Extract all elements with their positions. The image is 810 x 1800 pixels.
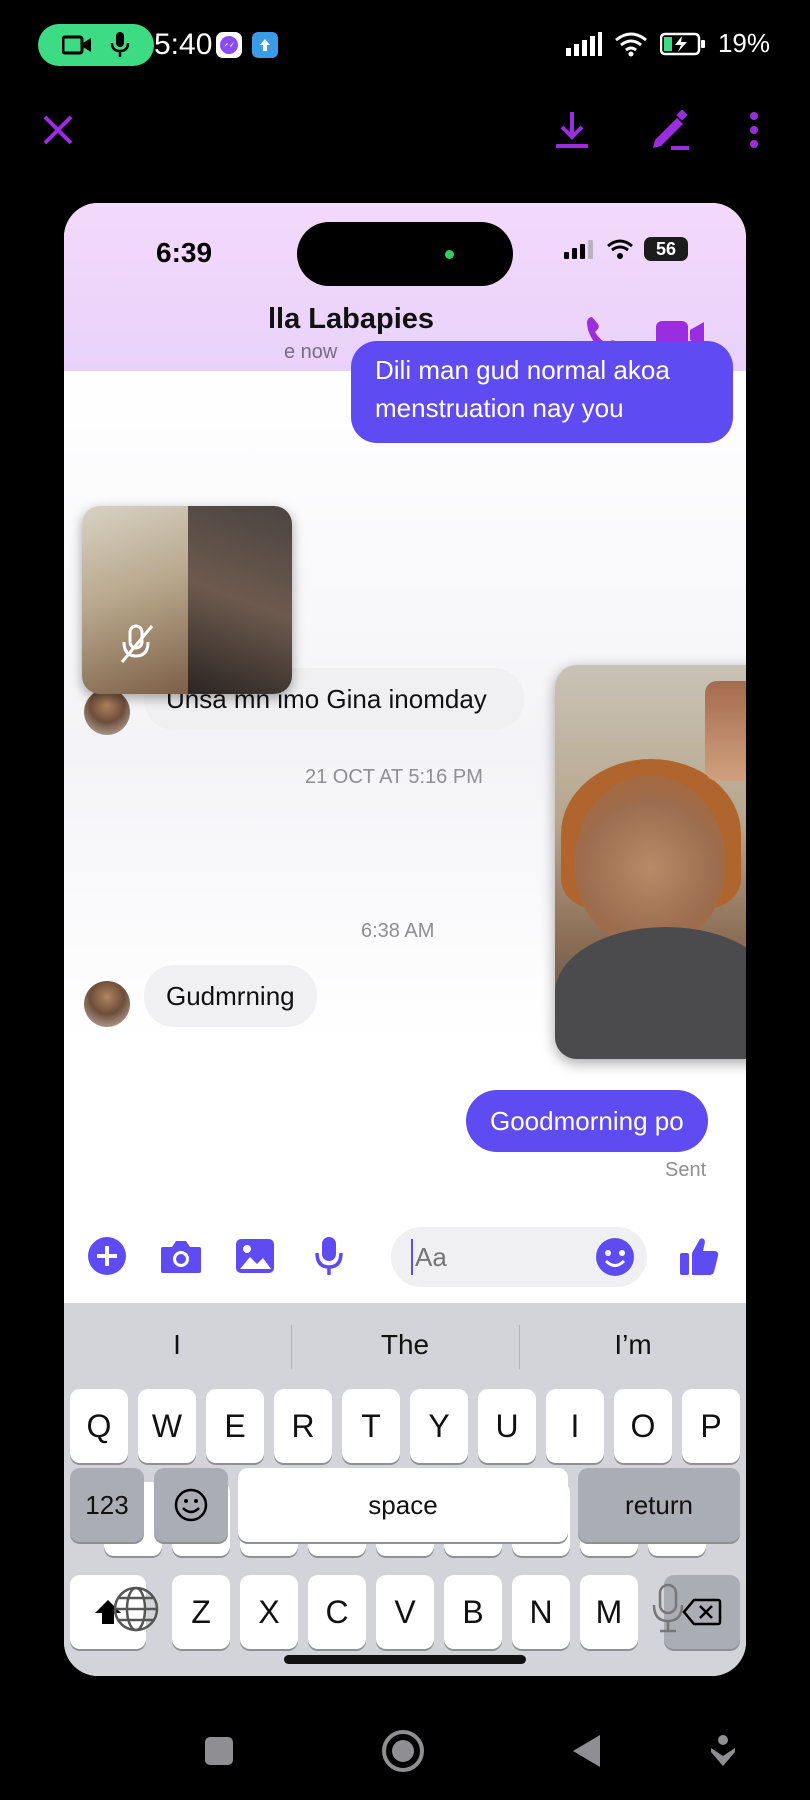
ios-clock: 6:39 [156,237,213,268]
avatar[interactable] [84,981,130,1027]
edit-pencil-icon[interactable] [646,106,694,154]
messenger-notification-icon [216,32,242,58]
screenshot-editor-toolbar [0,100,810,160]
emoji-icon[interactable] [595,1237,635,1277]
emoji-key[interactable] [154,1468,228,1542]
key-u[interactable]: U [478,1389,536,1463]
return-key[interactable]: return [578,1468,740,1542]
assistant-button[interactable] [700,1728,746,1774]
video-camera-icon [62,35,91,55]
home-button[interactable] [380,1728,426,1774]
back-button[interactable] [564,1728,610,1774]
remote-video-feed [188,506,292,694]
plus-icon[interactable] [84,1233,130,1279]
upload-notification-icon [252,32,278,58]
outgoing-message[interactable]: Dili man gud normal akoa menstruation na… [351,341,733,443]
wifi-icon [607,239,633,259]
ios-battery: 56 [644,237,688,261]
thumbs-up-icon[interactable] [676,1233,722,1279]
key-p[interactable]: P [682,1389,740,1463]
key-z[interactable]: Z [172,1575,230,1649]
space-key[interactable]: space [238,1468,568,1542]
key-m[interactable]: M [580,1575,638,1649]
key-c[interactable]: C [308,1575,366,1649]
dynamic-island [297,222,513,286]
wifi-icon [615,32,647,56]
dictation-microphone-icon[interactable] [650,1583,686,1635]
call-pip-large[interactable] [555,665,746,1059]
key-w[interactable]: W [138,1389,196,1463]
battery-charging-icon [659,32,705,55]
emoji-face-icon [174,1488,208,1522]
download-icon[interactable] [548,106,596,154]
key-b[interactable]: B [444,1575,502,1649]
key-x[interactable]: X [240,1575,298,1649]
battery-percentage: 19% [717,28,770,58]
android-clock: 5:40 [154,28,213,61]
message-composer [64,1211,746,1303]
backspace-icon [682,1598,722,1626]
message-input-field[interactable] [391,1227,647,1287]
key-e[interactable]: E [206,1389,264,1463]
home-indicator[interactable] [284,1655,526,1664]
message-input[interactable] [415,1239,585,1275]
suggestion[interactable]: I’m [520,1303,746,1387]
self-video-feed [82,506,188,694]
read-receipt: Sent [665,1159,707,1181]
numbers-key[interactable]: 123 [70,1468,144,1542]
microphone-icon [110,32,130,57]
key-r[interactable]: R [274,1389,332,1463]
key-t[interactable]: T [342,1389,400,1463]
suggestion[interactable]: I [64,1303,290,1387]
globe-icon[interactable] [112,1585,160,1633]
camera-indicator-dot [445,250,454,259]
ongoing-call-pill[interactable] [38,24,154,66]
triangle-back-icon [573,1735,600,1767]
circle-icon [382,1730,424,1772]
android-navigation-bar [0,1700,810,1800]
camera-icon[interactable] [158,1233,204,1279]
outgoing-message[interactable]: Goodmorning po [466,1090,708,1152]
timestamp: 6:38 AM [361,920,435,942]
key-q[interactable]: Q [70,1389,128,1463]
call-pip-small[interactable] [82,506,292,694]
key-o[interactable]: O [614,1389,672,1463]
incoming-message[interactable]: Gudmrning [144,965,317,1027]
microphone-icon[interactable] [306,1233,352,1279]
key-y[interactable]: Y [410,1389,468,1463]
signal-icon [565,31,602,56]
android-status-bar: 5:40 19% [0,0,810,92]
close-icon[interactable] [34,106,82,154]
timestamp: 21 OCT AT 5:16 PM [305,766,483,788]
gallery-icon[interactable] [232,1233,278,1279]
key-v[interactable]: V [376,1575,434,1649]
more-options-icon[interactable] [730,106,778,154]
remote-video-feed [575,775,725,945]
muted-microphone-icon [120,624,154,663]
self-video-inset [705,681,746,781]
suggestion[interactable]: The [292,1303,518,1387]
key-i[interactable]: I [546,1389,604,1463]
recents-button[interactable] [196,1728,242,1774]
predictive-bar: I The I’m [64,1303,746,1387]
key-n[interactable]: N [512,1575,570,1649]
square-icon [205,1737,233,1765]
cellular-signal-icon [564,240,593,259]
captured-screenshot: 6:39 56 lla Labapies e now Dili man gud … [64,203,746,1676]
avatar[interactable] [84,689,130,735]
contact-active-status: e now [284,341,338,363]
assistant-icon [711,1735,735,1766]
contact-name[interactable]: lla Labapies [268,303,434,336]
